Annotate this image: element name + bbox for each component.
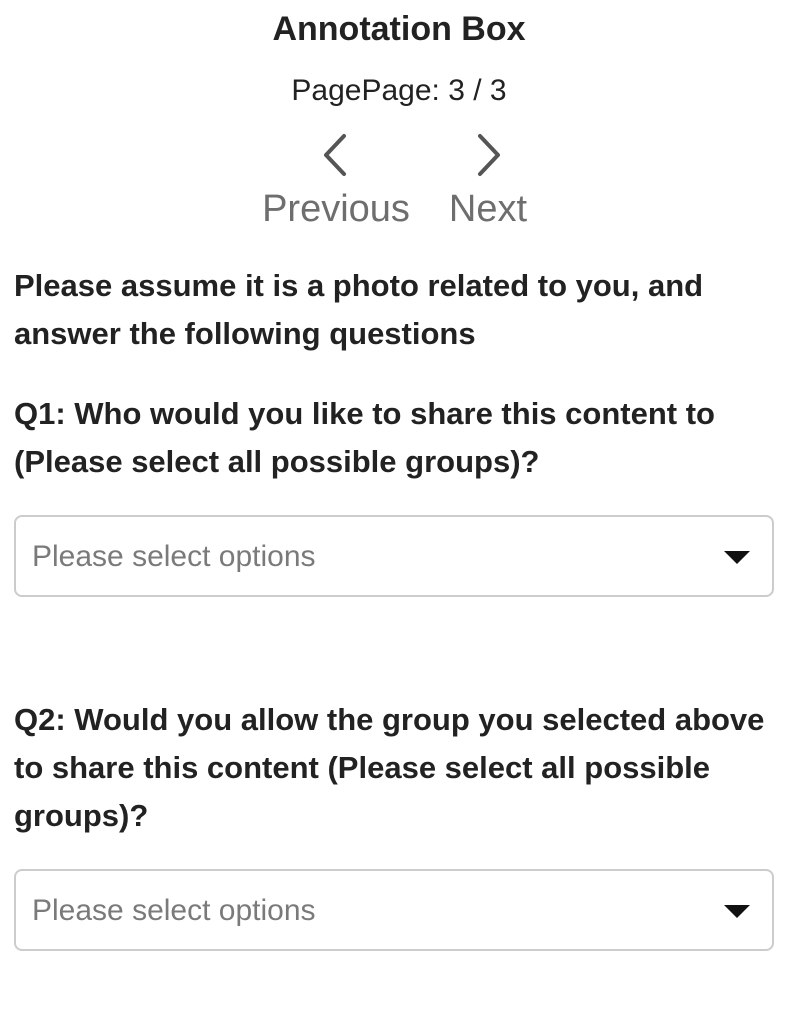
caret-down-icon: [724, 551, 750, 564]
chevron-right-icon: [478, 134, 500, 176]
caret-down-icon: [724, 905, 750, 918]
next-button[interactable]: Next: [398, 130, 578, 240]
instruction-text: Please assume it is a photo related to y…: [14, 268, 704, 351]
question-1-text: Q1: Who would you like to share this con…: [14, 396, 715, 479]
page-indicator: PagePage: 3 / 3: [291, 74, 507, 107]
question-2-select[interactable]: Please select options: [14, 869, 774, 951]
question-1-select[interactable]: Please select options: [14, 515, 774, 597]
page-navigation: Previous Next: [0, 130, 798, 240]
question-2-text: Q2: Would you allow the group you select…: [14, 702, 765, 833]
question-1-select-placeholder: Please select options: [32, 540, 316, 573]
chevron-left-icon: [324, 134, 346, 176]
question-2-select-placeholder: Please select options: [32, 894, 316, 927]
annotation-page: Annotation Box PagePage: 3 / 3 Previous …: [0, 0, 798, 1036]
page-title: Annotation Box: [272, 10, 526, 48]
next-label: Next: [448, 188, 528, 230]
